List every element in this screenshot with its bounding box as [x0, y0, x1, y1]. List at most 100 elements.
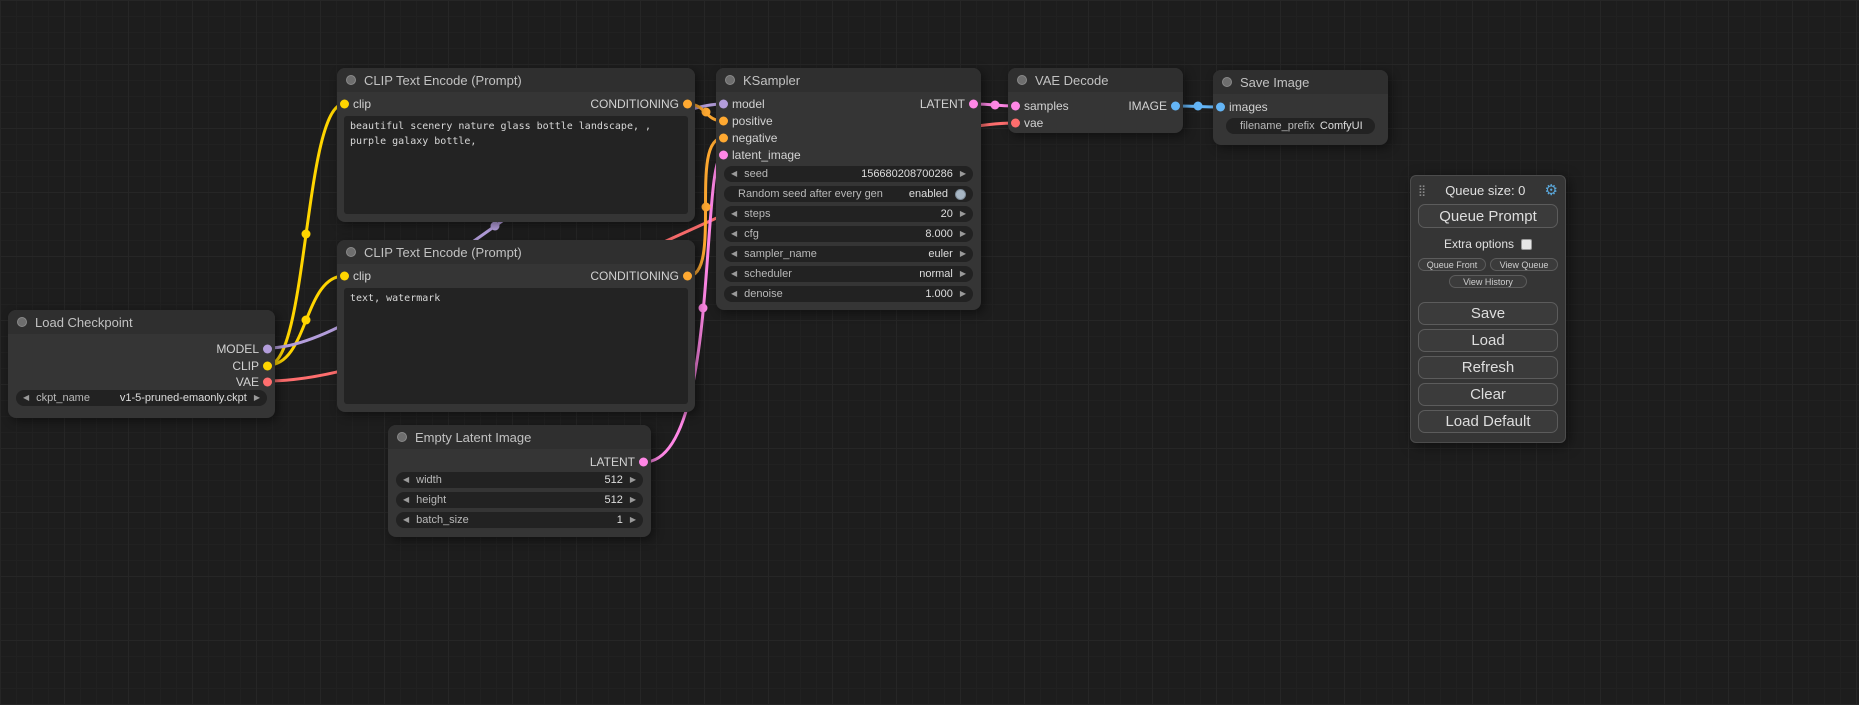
settings-gear-icon[interactable]: ⚙ [1545, 181, 1558, 199]
decrement-arrow-icon[interactable]: ◀ [731, 286, 737, 302]
widget-value: v1-5-pruned-emaonly.ckpt [120, 392, 247, 404]
node-title-bar[interactable]: CLIP Text Encode (Prompt) [337, 240, 695, 264]
node-vae-decode[interactable]: VAE Decode samples IMAGE vae [1008, 68, 1183, 133]
slot-row: images [1213, 98, 1388, 115]
output-pin-image[interactable] [1171, 101, 1180, 110]
decrement-arrow-icon[interactable]: ◀ [23, 390, 29, 406]
node-title-bar[interactable]: VAE Decode [1008, 68, 1183, 92]
decrement-arrow-icon[interactable]: ◀ [731, 266, 737, 282]
widget-value: 8.000 [925, 228, 953, 240]
slot-row: VAE [8, 373, 275, 390]
decrement-arrow-icon[interactable]: ◀ [731, 206, 737, 222]
toggle-knob[interactable] [955, 189, 966, 200]
widget-name: ckpt_name [36, 392, 90, 404]
input-pin-clip[interactable] [340, 99, 349, 108]
increment-arrow-icon[interactable]: ▶ [960, 226, 966, 242]
output-pin-conditioning[interactable] [683, 99, 692, 108]
drag-handle-icon[interactable]: ⣿ [1418, 184, 1426, 197]
save-button[interactable]: Save [1418, 302, 1558, 325]
output-pin-latent[interactable] [639, 457, 648, 466]
increment-arrow-icon[interactable]: ▶ [960, 206, 966, 222]
widget-random-seed-toggle[interactable]: Random seed after every gen enabled [724, 186, 973, 202]
decrement-arrow-icon[interactable]: ◀ [731, 166, 737, 182]
load-button[interactable]: Load [1418, 329, 1558, 352]
prompt-textarea[interactable]: beautiful scenery nature glass bottle la… [344, 116, 688, 214]
node-title-bar[interactable]: Save Image [1213, 70, 1388, 94]
input-label-samples: samples [1024, 99, 1069, 113]
input-label-model: model [732, 97, 765, 111]
queue-front-button[interactable]: Queue Front [1418, 258, 1486, 271]
clear-button[interactable]: Clear [1418, 383, 1558, 406]
input-pin-negative[interactable] [719, 133, 728, 142]
widget-sampler-name[interactable]: ◀ sampler_name euler ▶ [724, 246, 973, 262]
queue-prompt-button[interactable]: Queue Prompt [1418, 204, 1558, 228]
widget-value: 1.000 [925, 288, 953, 300]
load-default-button[interactable]: Load Default [1418, 410, 1558, 433]
comfyui-canvas[interactable]: { "colors": { "model": "#b39ddb", "clip"… [0, 0, 1859, 705]
input-pin-clip[interactable] [340, 271, 349, 280]
decrement-arrow-icon[interactable]: ◀ [403, 492, 409, 508]
increment-arrow-icon[interactable]: ▶ [630, 512, 636, 528]
widget-steps[interactable]: ◀ steps 20 ▶ [724, 206, 973, 222]
increment-arrow-icon[interactable]: ▶ [630, 492, 636, 508]
widget-value: 20 [941, 208, 953, 220]
node-save-image[interactable]: Save Image images filename_prefix ComfyU… [1213, 70, 1388, 145]
view-queue-button[interactable]: View Queue [1490, 258, 1558, 271]
output-pin-model[interactable] [263, 344, 272, 353]
widget-height[interactable]: ◀ height 512 ▶ [396, 492, 643, 508]
increment-arrow-icon[interactable]: ▶ [960, 286, 966, 302]
input-label-clip: clip [353, 269, 371, 283]
increment-arrow-icon[interactable]: ▶ [254, 390, 260, 406]
increment-arrow-icon[interactable]: ▶ [960, 166, 966, 182]
input-pin-vae[interactable] [1011, 118, 1020, 127]
node-title-bar[interactable]: CLIP Text Encode (Prompt) [337, 68, 695, 92]
input-pin-latent-image[interactable] [719, 150, 728, 159]
widget-scheduler[interactable]: ◀ scheduler normal ▶ [724, 266, 973, 282]
decrement-arrow-icon[interactable]: ◀ [731, 246, 737, 262]
node-load-checkpoint[interactable]: Load Checkpoint MODEL CLIP VAE ◀ ckpt_na… [8, 310, 275, 418]
node-title-bar[interactable]: Empty Latent Image [388, 425, 651, 449]
increment-arrow-icon[interactable]: ▶ [630, 472, 636, 488]
extra-options-checkbox[interactable] [1521, 239, 1532, 250]
refresh-button[interactable]: Refresh [1418, 356, 1558, 379]
prompt-textarea[interactable]: text, watermark [344, 288, 688, 404]
output-pin-latent[interactable] [969, 99, 978, 108]
input-pin-positive[interactable] [719, 116, 728, 125]
output-label-image: IMAGE [1128, 99, 1167, 113]
output-pin-clip[interactable] [263, 361, 272, 370]
widget-width[interactable]: ◀ width 512 ▶ [396, 472, 643, 488]
node-clip-text-encode-negative[interactable]: CLIP Text Encode (Prompt) clip CONDITION… [337, 240, 695, 412]
node-empty-latent-image[interactable]: Empty Latent Image LATENT ◀ width 512 ▶ … [388, 425, 651, 537]
widget-denoise[interactable]: ◀ denoise 1.000 ▶ [724, 286, 973, 302]
widget-seed[interactable]: ◀ seed 156680208700286 ▶ [724, 166, 973, 182]
decrement-arrow-icon[interactable]: ◀ [403, 472, 409, 488]
increment-arrow-icon[interactable]: ▶ [960, 246, 966, 262]
input-pin-images[interactable] [1216, 102, 1225, 111]
widget-ckpt-name[interactable]: ◀ ckpt_name v1-5-pruned-emaonly.ckpt ▶ [16, 390, 267, 406]
widget-value: 512 [604, 494, 622, 506]
node-ksampler[interactable]: KSampler model LATENT positive negative … [716, 68, 981, 310]
node-title: Load Checkpoint [35, 315, 133, 330]
node-title-bar[interactable]: Load Checkpoint [8, 310, 275, 334]
node-title: Save Image [1240, 75, 1309, 90]
widget-filename-prefix[interactable]: filename_prefix ComfyUI [1226, 118, 1375, 134]
input-pin-samples[interactable] [1011, 101, 1020, 110]
node-title: CLIP Text Encode (Prompt) [364, 245, 522, 260]
widget-cfg[interactable]: ◀ cfg 8.000 ▶ [724, 226, 973, 242]
view-history-button[interactable]: View History [1449, 275, 1527, 288]
input-pin-model[interactable] [719, 99, 728, 108]
widget-batch-size[interactable]: ◀ batch_size 1 ▶ [396, 512, 643, 528]
output-pin-vae[interactable] [263, 377, 272, 386]
widget-value: normal [919, 268, 953, 280]
node-clip-text-encode-positive[interactable]: CLIP Text Encode (Prompt) clip CONDITION… [337, 68, 695, 222]
node-title-bar[interactable]: KSampler [716, 68, 981, 92]
slot-row: latent_image [716, 146, 981, 163]
input-label-vae: vae [1024, 116, 1043, 130]
node-title: CLIP Text Encode (Prompt) [364, 73, 522, 88]
input-label-clip: clip [353, 97, 371, 111]
decrement-arrow-icon[interactable]: ◀ [403, 512, 409, 528]
decrement-arrow-icon[interactable]: ◀ [731, 226, 737, 242]
queue-panel[interactable]: ⣿ Queue size: 0 ⚙ Queue Prompt Extra opt… [1410, 175, 1566, 443]
increment-arrow-icon[interactable]: ▶ [960, 266, 966, 282]
output-pin-conditioning[interactable] [683, 271, 692, 280]
